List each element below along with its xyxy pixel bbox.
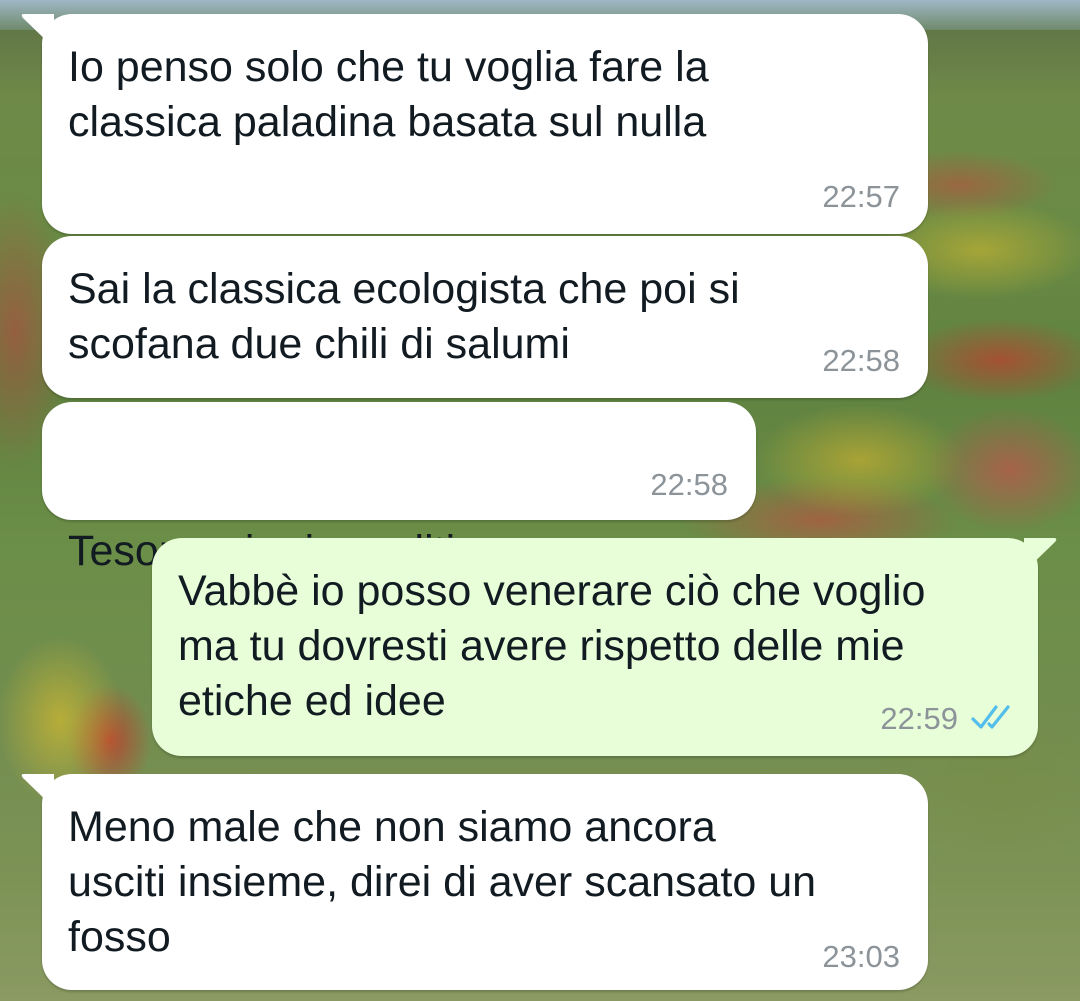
message-text: Meno male che non siamo ancora usciti in… (68, 803, 817, 961)
message-timestamp: 22:58 (650, 467, 728, 502)
message-timestamp: 22:59 (880, 701, 958, 736)
chat-background: { "messages": [ { "text": "Io penso solo… (0, 0, 1080, 1001)
bubble-tail (1024, 538, 1057, 572)
message-text: Vabbè io posso venerare ciò che voglio m… (178, 567, 926, 725)
message-timestamp: 22:57 (822, 179, 900, 214)
message-bubble-incoming[interactable]: Io penso solo che tu voglia fare la clas… (21, 14, 928, 234)
bubble-tail (21, 774, 54, 808)
message-bubble-incoming[interactable]: Meno male che non siamo ancora usciti in… (21, 774, 928, 990)
message-bubble-incoming[interactable]: Sai la classica ecologista che poi si sc… (42, 236, 928, 398)
message-text: Sai la classica ecologista che poi si sc… (68, 265, 740, 368)
double-check-icon (971, 705, 1010, 729)
message-bubble-incoming[interactable]: Tesoro mio riprenditi 22:58 (42, 402, 756, 603)
message-bubble-outgoing[interactable]: Vabbè io posso venerare ciò che voglio m… (152, 538, 1057, 756)
message-text: Io penso solo che tu voglia fare la clas… (68, 43, 709, 146)
message-timestamp: 22:58 (822, 343, 900, 378)
message-timestamp: 23:03 (822, 939, 900, 974)
bubble-tail (21, 14, 54, 48)
